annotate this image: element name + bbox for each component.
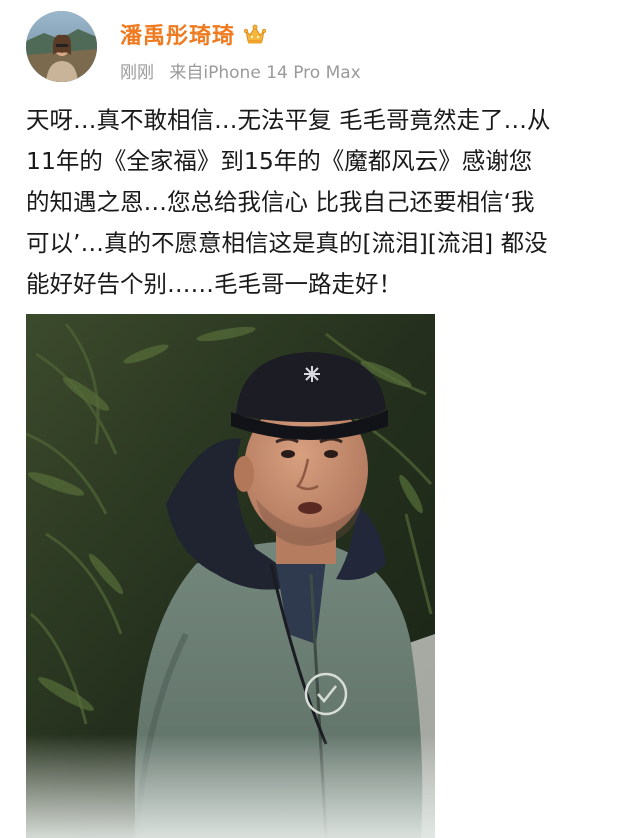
- post-meta: 刚刚 来自iPhone 14 Pro Max: [120, 58, 361, 83]
- post-text-line: 能好好告个别……毛毛哥一路走好！: [26, 270, 402, 298]
- vip-crown-icon: [243, 23, 267, 45]
- man-in-green-parka-photo: [26, 314, 435, 838]
- post-text-line: 的知遇之恩…您总给我信心 比我自己还要相信‘我: [26, 188, 535, 216]
- post-text: 天呀…真不敢相信…无法平复 毛毛哥竟然走了…从 11年的《全家福》到15年的《魔…: [26, 100, 626, 305]
- author-row: 潘禹彤琦琦: [120, 18, 267, 50]
- post-time: 刚刚: [120, 63, 154, 83]
- author-name[interactable]: 潘禹彤琦琦: [120, 18, 235, 50]
- post-text-line: 11年的《全家福》到15年的《魔都风云》感谢您: [26, 147, 533, 175]
- post-image[interactable]: [26, 314, 435, 838]
- post-source[interactable]: 来自iPhone 14 Pro Max: [169, 63, 360, 83]
- post-text-line: 可以’…真的不愿意相信这是真的[流泪][流泪] 都没: [26, 229, 548, 257]
- post-header: 潘禹彤琦琦 刚刚 来自iPhone 14 Pro Max: [0, 0, 643, 92]
- avatar[interactable]: [26, 11, 97, 82]
- post-text-line: 天呀…真不敢相信…无法平复 毛毛哥竟然走了…从: [26, 106, 551, 134]
- avatar-photo: [26, 11, 97, 82]
